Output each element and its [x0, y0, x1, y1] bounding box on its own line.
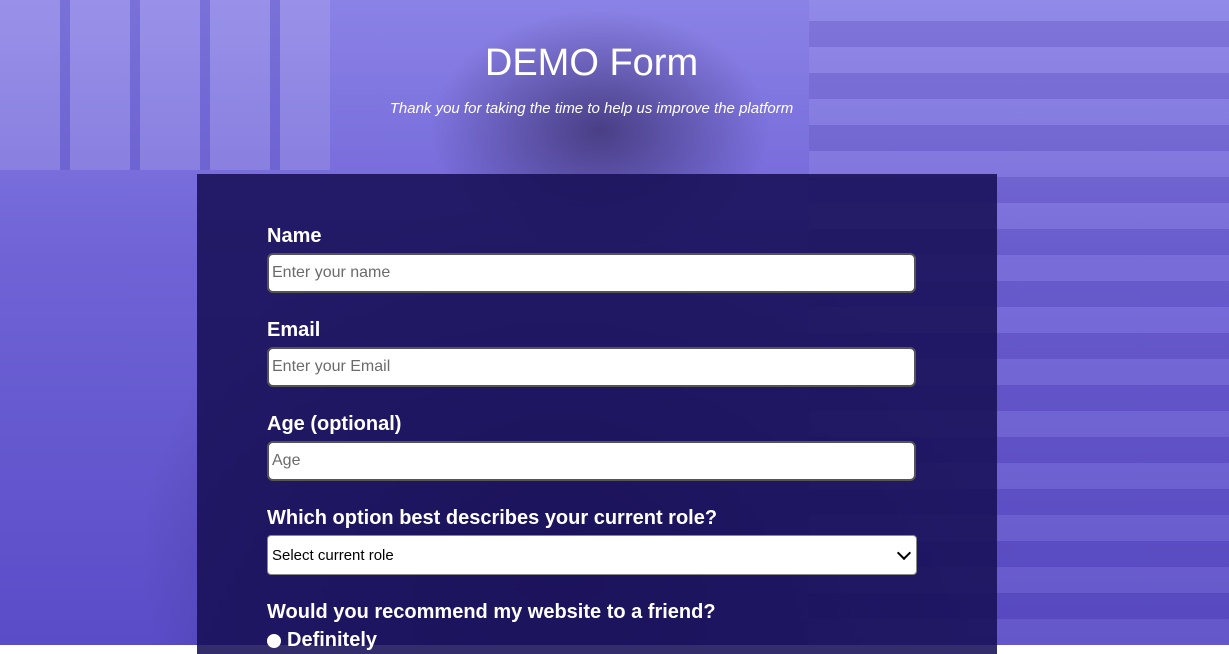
recommend-option-definitely[interactable]: Definitely: [267, 629, 916, 652]
age-input[interactable]: [267, 441, 916, 481]
email-label: Email: [267, 319, 321, 341]
radio-button-icon[interactable]: [267, 633, 281, 648]
page-subtitle: Thank you for taking the time to help us…: [389, 100, 794, 117]
name-field-group: Name: [267, 224, 916, 293]
email-field-group: Email: [267, 318, 916, 387]
role-select[interactable]: Select current role: [267, 535, 917, 575]
name-input[interactable]: [267, 253, 916, 293]
email-input[interactable]: [267, 347, 916, 387]
survey-form: Name Email Age (optional) Which option b…: [197, 174, 997, 654]
role-label: Which option best describes your current…: [267, 507, 718, 529]
age-label: Age (optional): [267, 413, 402, 435]
page-header: DEMO Form Thank you for taking the time …: [0, 40, 1183, 117]
recommend-option-label: Definitely: [287, 629, 378, 651]
name-label: Name: [267, 225, 322, 247]
chevron-down-icon: [896, 545, 912, 561]
recommend-field-group: Would you recommend my website to a frie…: [267, 600, 916, 652]
role-field-group: Which option best describes your current…: [267, 506, 917, 575]
age-field-group: Age (optional): [267, 412, 916, 481]
recommend-label: Would you recommend my website to a frie…: [267, 601, 716, 623]
role-select-value: Select current role: [272, 546, 394, 564]
page-title: DEMO Form: [484, 42, 699, 84]
